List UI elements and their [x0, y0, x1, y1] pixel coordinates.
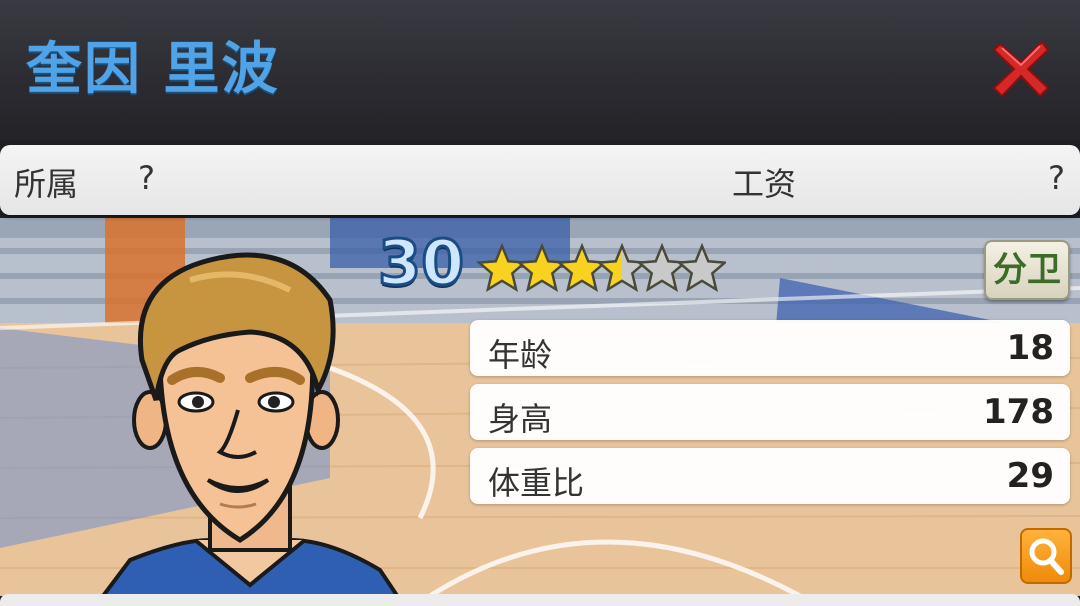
star-icon: [476, 242, 528, 293]
star-icon: [516, 242, 568, 293]
star-icon: [676, 242, 726, 293]
stat-row-weight-ratio: 体重比 29: [470, 448, 1070, 504]
salary-value: ?: [1048, 159, 1065, 197]
player-avatar: [100, 252, 400, 600]
search-icon: [1029, 538, 1064, 575]
star-icon: [556, 242, 608, 293]
stat-row-height: 身高 178: [470, 384, 1070, 440]
header-bar: 奎因 里波: [0, 0, 1080, 140]
stat-label: 年龄: [488, 336, 553, 374]
team-value: ?: [138, 159, 155, 197]
player-name: 奎因 里波: [26, 37, 280, 102]
stat-value: 178: [983, 392, 1054, 432]
position-badge: 分卫: [984, 240, 1070, 300]
inspect-button[interactable]: [1020, 528, 1072, 584]
player-level: 30: [376, 225, 465, 301]
stat-value: 18: [1006, 328, 1054, 368]
bottom-panel-edge: [0, 594, 1080, 606]
team-label: 所属: [14, 165, 79, 203]
star-icon: [636, 242, 688, 293]
close-icon: [992, 40, 1050, 98]
close-button[interactable]: [990, 38, 1052, 100]
stat-row-age: 年龄 18: [470, 320, 1070, 376]
info-bar: 所属 ? 工资 ?: [0, 145, 1080, 215]
stat-value: 29: [1006, 456, 1054, 496]
salary-label: 工资: [732, 165, 797, 203]
stat-label: 身高: [488, 400, 553, 438]
stat-label: 体重比: [488, 464, 585, 502]
star-rating: [476, 242, 726, 293]
star-icon: [596, 242, 648, 293]
